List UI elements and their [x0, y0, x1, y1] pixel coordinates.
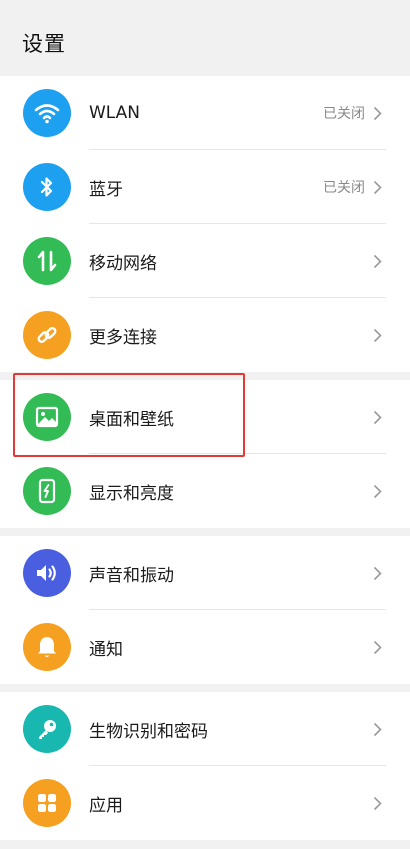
settings-item-label: 生物识别和密码 [89, 721, 208, 742]
page-title: 设置 [22, 32, 66, 56]
settings-item-label: 桌面和壁纸 [89, 409, 174, 430]
key-icon [23, 705, 71, 753]
settings-item-apps[interactable]: 应用 [0, 766, 410, 840]
settings-item-label: 声音和振动 [89, 565, 174, 586]
settings-item-label: 移动网络 [89, 253, 157, 274]
chevron-right-icon [371, 253, 383, 269]
settings-group-security-apps: 生物识别和密码 应用 [0, 692, 410, 840]
chevron-right-icon [371, 565, 383, 581]
bluetooth-icon [23, 163, 71, 211]
settings-item-label: 显示和亮度 [89, 483, 174, 504]
chevron-right-icon [371, 721, 383, 737]
chevron-right-icon [371, 327, 383, 343]
settings-item-label: WLAN [89, 103, 141, 123]
link-icon [23, 311, 71, 359]
chevron-right-icon [371, 639, 383, 655]
settings-group-display: 桌面和壁纸 显示和亮度 [0, 380, 410, 528]
settings-group-connectivity: WLAN 已关闭 蓝牙 已关闭 移动网络 更多连接 [0, 76, 410, 372]
chevron-right-icon [371, 483, 383, 499]
section-gap [0, 372, 410, 380]
settings-item-bluetooth[interactable]: 蓝牙 已关闭 [0, 150, 410, 224]
settings-item-label: 应用 [89, 795, 123, 816]
settings-item-more-connections[interactable]: 更多连接 [0, 298, 410, 372]
settings-item-biometrics-password[interactable]: 生物识别和密码 [0, 692, 410, 766]
settings-item-sound-vibration[interactable]: 声音和振动 [0, 536, 410, 610]
settings-item-display-brightness[interactable]: 显示和亮度 [0, 454, 410, 528]
chevron-right-icon [371, 795, 383, 811]
bell-icon [23, 623, 71, 671]
settings-item-home-wallpaper[interactable]: 桌面和壁纸 [0, 380, 410, 454]
settings-group-sound: 声音和振动 通知 [0, 536, 410, 684]
mobile-data-icon [23, 237, 71, 285]
apps-grid-icon [23, 779, 71, 827]
chevron-right-icon [371, 409, 383, 425]
settings-item-mobile-network[interactable]: 移动网络 [0, 224, 410, 298]
section-gap [0, 528, 410, 536]
settings-item-wlan[interactable]: WLAN 已关闭 [0, 76, 410, 150]
header: 设置 [0, 0, 410, 76]
section-gap [0, 684, 410, 692]
settings-item-label: 更多连接 [89, 327, 157, 348]
phone-brightness-icon [23, 467, 71, 515]
chevron-right-icon [371, 105, 383, 121]
speaker-icon [23, 549, 71, 597]
settings-item-label: 通知 [89, 639, 123, 660]
status-text: 已关闭 [323, 106, 365, 122]
status-text: 已关闭 [323, 180, 365, 196]
wifi-icon [23, 89, 71, 137]
settings-page: 设置 WLAN 已关闭 蓝牙 已关闭 移动网络 更多连接 桌面和壁纸 显示和亮度… [0, 0, 410, 849]
settings-item-notifications[interactable]: 通知 [0, 610, 410, 684]
image-icon [23, 393, 71, 441]
chevron-right-icon [371, 179, 383, 195]
settings-item-label: 蓝牙 [89, 179, 123, 200]
